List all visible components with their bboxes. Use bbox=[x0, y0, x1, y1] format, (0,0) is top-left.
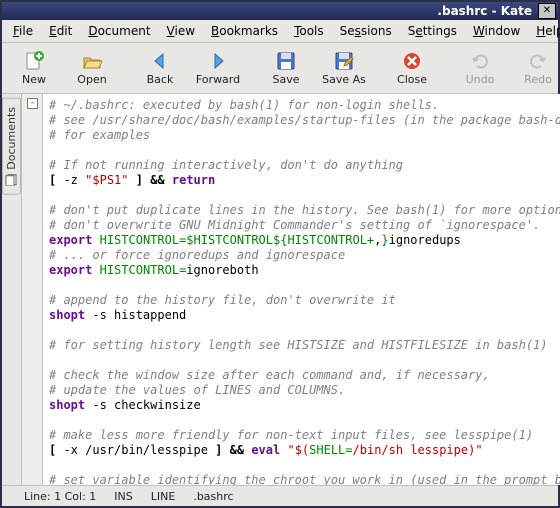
redo-icon bbox=[527, 50, 549, 72]
close-label: Close bbox=[397, 73, 427, 86]
title-bar[interactable]: .bashrc - Kate ✕ bbox=[2, 2, 558, 20]
status-bar: Line: 1 Col: 1 INS LINE .bashrc bbox=[2, 485, 558, 506]
close-icon: ✕ bbox=[543, 6, 551, 16]
back-label: Back bbox=[147, 73, 174, 86]
forward-icon bbox=[207, 50, 229, 72]
new-icon bbox=[23, 50, 45, 72]
window: .bashrc - Kate ✕ FileEditDocumentViewBoo… bbox=[0, 0, 560, 508]
new-button[interactable]: New bbox=[6, 46, 62, 90]
menu-window[interactable]: Window bbox=[466, 22, 527, 40]
undo-button: Undo bbox=[452, 46, 508, 90]
side-tab-documents[interactable]: Documents bbox=[2, 98, 21, 195]
redo-label: Redo bbox=[524, 73, 552, 86]
toolbar: New Open Back Forward Save Save As Close Undo Re… bbox=[2, 43, 558, 94]
editor-wrap: - # ~/.bashrc: executed by bash(1) for n… bbox=[22, 94, 560, 485]
menu-settings[interactable]: Settings bbox=[401, 22, 464, 40]
open-icon bbox=[81, 50, 103, 72]
menu-edit[interactable]: Edit bbox=[42, 22, 79, 40]
menu-file[interactable]: File bbox=[6, 22, 40, 40]
menu-document[interactable]: Document bbox=[81, 22, 157, 40]
fold-gutter[interactable]: - bbox=[22, 94, 43, 485]
save-label: Save bbox=[272, 73, 299, 86]
fold-marker[interactable]: - bbox=[27, 98, 38, 109]
side-tab-bar: Documents bbox=[2, 94, 22, 485]
new-label: New bbox=[22, 73, 46, 86]
saveas-icon bbox=[333, 50, 355, 72]
window-close-button[interactable]: ✕ bbox=[538, 3, 556, 19]
status-filename: .bashrc bbox=[193, 490, 233, 503]
status-insert-mode[interactable]: INS bbox=[114, 490, 132, 503]
main-area: Documents - # ~/.bashrc: executed by bas… bbox=[2, 94, 558, 485]
menu-view[interactable]: View bbox=[160, 22, 202, 40]
back-icon bbox=[149, 50, 171, 72]
side-tab-label: Documents bbox=[5, 107, 18, 170]
window-title: .bashrc - Kate bbox=[6, 4, 538, 18]
close-button[interactable]: Close bbox=[384, 46, 440, 90]
code-content: # ~/.bashrc: executed by bash(1) for non… bbox=[43, 94, 560, 485]
documents-icon bbox=[6, 174, 18, 186]
status-line-mode: LINE bbox=[151, 490, 176, 503]
menu-bookmarks[interactable]: Bookmarks bbox=[204, 22, 285, 40]
save-icon bbox=[275, 50, 297, 72]
undo-label: Undo bbox=[466, 73, 495, 86]
forward-button[interactable]: Forward bbox=[190, 46, 246, 90]
status-position: Line: 1 Col: 1 bbox=[24, 490, 96, 503]
saveas-button[interactable]: Save As bbox=[316, 46, 372, 90]
back-button[interactable]: Back bbox=[132, 46, 188, 90]
menu-tools[interactable]: Tools bbox=[287, 22, 331, 40]
menu-bar: FileEditDocumentViewBookmarksToolsSessio… bbox=[2, 20, 558, 43]
redo-button: Redo bbox=[510, 46, 560, 90]
menu-help[interactable]: Help bbox=[529, 22, 560, 40]
forward-label: Forward bbox=[196, 73, 240, 86]
open-label: Open bbox=[77, 73, 106, 86]
undo-icon bbox=[469, 50, 491, 72]
menu-sessions[interactable]: Sessions bbox=[333, 22, 399, 40]
open-button[interactable]: Open bbox=[64, 46, 120, 90]
save-button[interactable]: Save bbox=[258, 46, 314, 90]
saveas-label: Save As bbox=[322, 73, 366, 86]
close-icon bbox=[401, 50, 423, 72]
editor[interactable]: # ~/.bashrc: executed by bash(1) for non… bbox=[43, 94, 560, 485]
